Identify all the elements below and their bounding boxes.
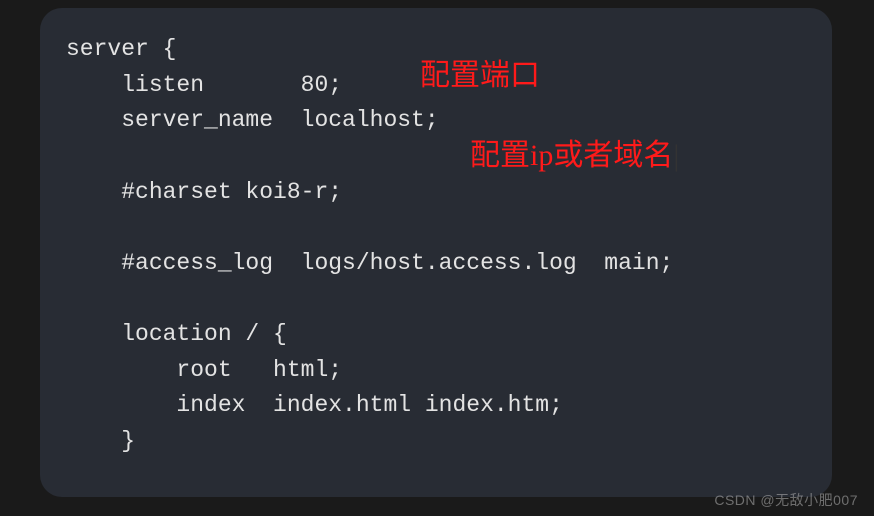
blank-line	[66, 210, 806, 246]
code-line-index: index index.html index.htm;	[66, 388, 806, 424]
blank-line	[66, 281, 806, 317]
code-line-server-name: server_name localhost;	[66, 103, 806, 139]
code-line-access-log: #access_log logs/host.access.log main;	[66, 246, 806, 282]
annotation-port: 配置端口	[420, 53, 540, 100]
annotation-domain: 配置ip或者域名|	[470, 133, 679, 180]
watermark: CSDN @无敌小肥007	[714, 490, 858, 510]
code-line-charset: #charset koi8-r;	[66, 175, 806, 211]
nginx-config-code-block: server { listen 80; server_name localhos…	[40, 8, 832, 497]
code-line-location: location / {	[66, 317, 806, 353]
code-line-close-brace: }	[66, 424, 806, 460]
code-line-root: root html;	[66, 353, 806, 389]
blank-line	[66, 139, 806, 175]
